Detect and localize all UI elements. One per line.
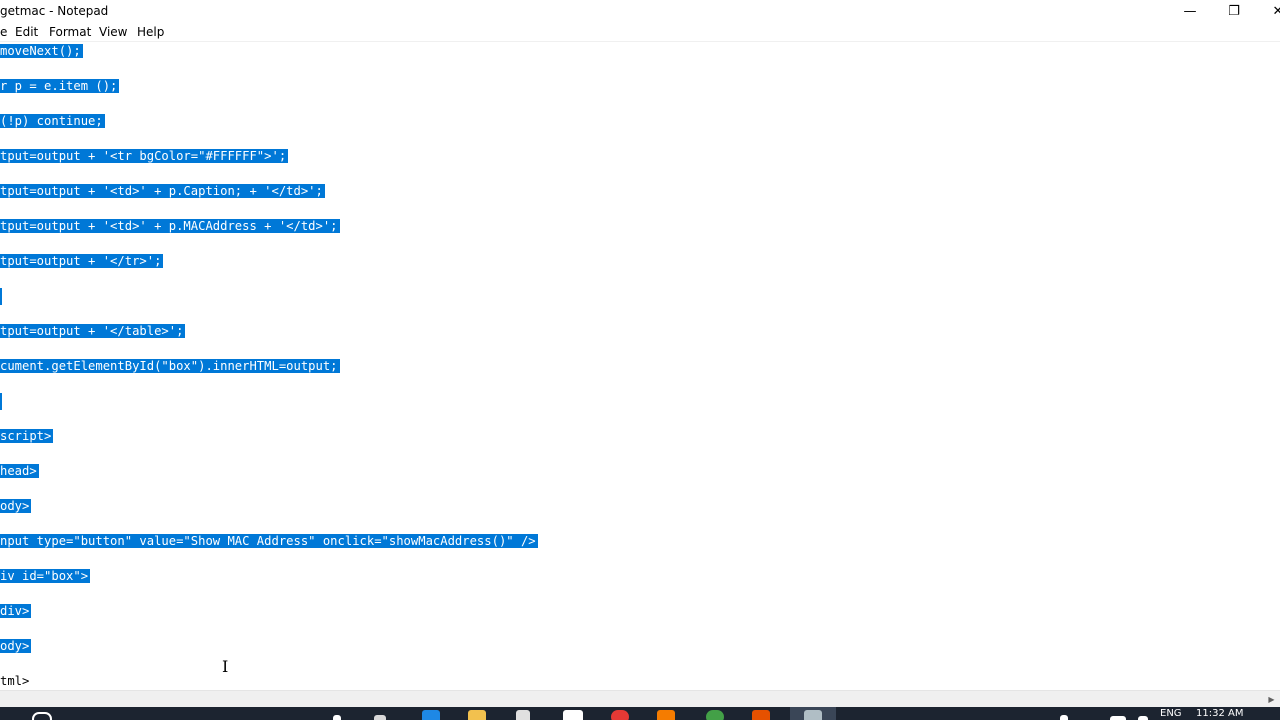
app-icon-orange[interactable] [657,710,675,720]
language-indicator[interactable]: ENG [1160,708,1182,719]
code-line: r p = e.item (); [0,79,120,93]
menu-format[interactable]: Format [49,25,91,39]
code-line: div> [0,604,32,618]
volume-icon[interactable] [1138,716,1148,720]
task-view-icon[interactable] [374,715,386,720]
chrome-icon[interactable] [611,710,629,720]
code-line: tput=output + '<td>' + p.Caption; + '</t… [0,184,325,198]
code-line: tput=output + '<td>' + p.MACAddress + '<… [0,219,340,233]
network-icon[interactable] [1060,715,1068,720]
powerpoint-icon[interactable] [752,710,770,720]
notepad-window: getmac - Notepad — ❐ ✕ e Edit Format Vie… [0,0,1280,708]
mail-icon[interactable] [563,710,583,720]
code-line: tput=output + '</table>'; [0,324,186,338]
code-line: cument.getElementById("box").innerHTML=o… [0,359,340,373]
battery-icon[interactable] [1110,716,1126,720]
code-line: nput type="button" value="Show MAC Addre… [0,534,538,548]
restore-button[interactable]: ❐ [1212,0,1256,22]
notepad-icon [804,710,822,720]
horizontal-scrollbar[interactable]: ▶ [0,690,1280,708]
store-icon[interactable] [516,710,530,720]
title-bar[interactable]: getmac - Notepad — ❐ ✕ [0,0,1280,22]
code-line: script> [0,429,54,443]
code-line: (!p) continue; [0,114,105,128]
search-icon[interactable] [32,712,52,720]
text-cursor-icon: I [222,657,229,676]
menu-edit[interactable]: Edit [15,25,38,39]
file-explorer-icon[interactable] [468,710,486,720]
minimize-button[interactable]: — [1168,0,1212,22]
code-line: head> [0,464,39,478]
menu-bar: e Edit Format View Help [0,22,1280,41]
code-line: tput=output + '<tr bgColor="#FFFFFF">'; [0,149,289,163]
cortana-icon[interactable] [333,715,341,720]
internet-explorer-icon[interactable] [706,710,724,720]
code-line: tml> [0,674,30,688]
code-line: ody> [0,499,32,513]
code-line: tput=output + '</tr>'; [0,254,164,268]
code-line: ody> [0,639,32,653]
close-button[interactable]: ✕ [1256,0,1280,22]
edge-icon[interactable] [422,710,440,720]
menu-help[interactable]: Help [137,25,164,39]
menu-file[interactable]: e [0,25,7,39]
taskbar: ENG 11:32 AM [0,707,1280,720]
scroll-right-arrow-icon[interactable]: ▶ [1263,691,1280,708]
menu-view[interactable]: View [99,25,127,39]
selected-blank-line [0,393,2,410]
code-line: moveNext(); [0,44,83,58]
text-editor[interactable]: moveNext(); r p = e.item (); (!p) contin… [0,41,1280,691]
selected-blank-line [0,288,2,305]
clock[interactable]: 11:32 AM [1196,708,1243,719]
window-title: getmac - Notepad [0,4,109,18]
code-line: iv id="box"> [0,569,91,583]
